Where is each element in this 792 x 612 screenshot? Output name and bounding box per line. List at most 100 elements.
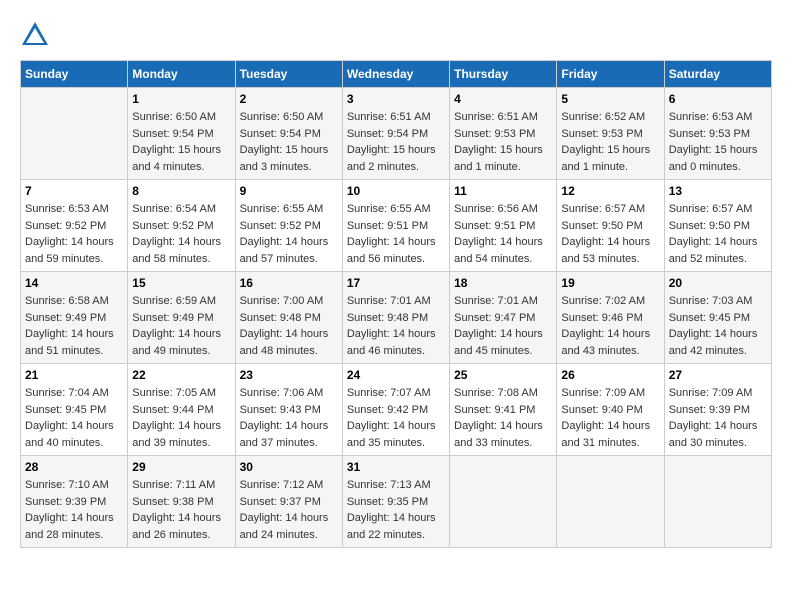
day-info: Sunrise: 7:04 AM Sunset: 9:45 PM Dayligh… [25, 385, 123, 451]
calendar-body: 1 Sunrise: 6:50 AM Sunset: 9:54 PM Daylig… [21, 88, 772, 548]
day-info: Sunrise: 7:03 AM Sunset: 9:45 PM Dayligh… [669, 293, 767, 359]
day-number: 18 [454, 276, 552, 290]
calendar-cell: 4 Sunrise: 6:51 AM Sunset: 9:53 PM Daylig… [450, 88, 557, 180]
day-info: Sunrise: 6:56 AM Sunset: 9:51 PM Dayligh… [454, 201, 552, 267]
calendar-week-row: 14 Sunrise: 6:58 AM Sunset: 9:49 PM Dayli… [21, 272, 772, 364]
day-number: 8 [132, 184, 230, 198]
day-info: Sunrise: 6:53 AM Sunset: 9:52 PM Dayligh… [25, 201, 123, 267]
calendar-cell: 31 Sunrise: 7:13 AM Sunset: 9:35 PM Dayli… [342, 456, 449, 548]
day-info: Sunrise: 6:51 AM Sunset: 9:53 PM Dayligh… [454, 109, 552, 175]
day-number: 27 [669, 368, 767, 382]
weekday-header-sunday: Sunday [21, 61, 128, 88]
weekday-header-monday: Monday [128, 61, 235, 88]
day-info: Sunrise: 6:57 AM Sunset: 9:50 PM Dayligh… [561, 201, 659, 267]
day-number: 6 [669, 92, 767, 106]
calendar-week-row: 1 Sunrise: 6:50 AM Sunset: 9:54 PM Daylig… [21, 88, 772, 180]
day-number: 24 [347, 368, 445, 382]
calendar-cell: 30Sunrise: 7:12 AM Sunset: 9:37 PM Dayli… [235, 456, 342, 548]
day-number: 5 [561, 92, 659, 106]
calendar-cell: 7 Sunrise: 6:53 AM Sunset: 9:52 PM Daylig… [21, 180, 128, 272]
calendar-cell: 26 Sunrise: 7:09 AM Sunset: 9:40 PM Dayli… [557, 364, 664, 456]
calendar-cell: 25 Sunrise: 7:08 AM Sunset: 9:41 PM Dayli… [450, 364, 557, 456]
day-number: 22 [132, 368, 230, 382]
day-info: Sunrise: 6:53 AM Sunset: 9:53 PM Dayligh… [669, 109, 767, 175]
calendar-cell: 16Sunrise: 7:00 AM Sunset: 9:48 PM Dayli… [235, 272, 342, 364]
day-info: Sunrise: 7:13 AM Sunset: 9:35 PM Dayligh… [347, 477, 445, 543]
day-info: Sunrise: 7:11 AM Sunset: 9:38 PM Dayligh… [132, 477, 230, 543]
day-info: Sunrise: 6:57 AM Sunset: 9:50 PM Dayligh… [669, 201, 767, 267]
day-number: 20 [669, 276, 767, 290]
day-info: Sunrise: 7:09 AM Sunset: 9:40 PM Dayligh… [561, 385, 659, 451]
day-info: Sunrise: 7:09 AM Sunset: 9:39 PM Dayligh… [669, 385, 767, 451]
calendar-cell: 20 Sunrise: 7:03 AM Sunset: 9:45 PM Dayli… [664, 272, 771, 364]
day-number: 11 [454, 184, 552, 198]
calendar-cell: 24 Sunrise: 7:07 AM Sunset: 9:42 PM Dayli… [342, 364, 449, 456]
calendar-cell [450, 456, 557, 548]
calendar-cell: 15 Sunrise: 6:59 AM Sunset: 9:49 PM Dayli… [128, 272, 235, 364]
day-number: 31 [347, 460, 445, 474]
day-number: 4 [454, 92, 552, 106]
day-number: 19 [561, 276, 659, 290]
day-info: Sunrise: 7:07 AM Sunset: 9:42 PM Dayligh… [347, 385, 445, 451]
day-info: Sunrise: 6:52 AM Sunset: 9:53 PM Dayligh… [561, 109, 659, 175]
calendar-cell: 17Sunrise: 7:01 AM Sunset: 9:48 PM Dayli… [342, 272, 449, 364]
calendar-header: SundayMondayTuesdayWednesdayThursdayFrid… [21, 61, 772, 88]
calendar-cell: 14 Sunrise: 6:58 AM Sunset: 9:49 PM Dayli… [21, 272, 128, 364]
day-number: 3 [347, 92, 445, 106]
calendar-cell: 23 Sunrise: 7:06 AM Sunset: 9:43 PM Dayli… [235, 364, 342, 456]
day-info: Sunrise: 7:05 AM Sunset: 9:44 PM Dayligh… [132, 385, 230, 451]
logo [20, 20, 54, 50]
day-info: Sunrise: 6:59 AM Sunset: 9:49 PM Dayligh… [132, 293, 230, 359]
day-info: Sunrise: 7:01 AM Sunset: 9:47 PM Dayligh… [454, 293, 552, 359]
day-number: 10 [347, 184, 445, 198]
calendar-week-row: 28Sunrise: 7:10 AM Sunset: 9:39 PM Dayli… [21, 456, 772, 548]
calendar-cell: 10 Sunrise: 6:55 AM Sunset: 9:51 PM Dayli… [342, 180, 449, 272]
day-number: 23 [240, 368, 338, 382]
calendar-cell: 6 Sunrise: 6:53 AM Sunset: 9:53 PM Daylig… [664, 88, 771, 180]
calendar-cell: 18 Sunrise: 7:01 AM Sunset: 9:47 PM Dayli… [450, 272, 557, 364]
calendar-cell: 22 Sunrise: 7:05 AM Sunset: 9:44 PM Dayli… [128, 364, 235, 456]
calendar-cell: 13 Sunrise: 6:57 AM Sunset: 9:50 PM Dayli… [664, 180, 771, 272]
day-info: Sunrise: 7:08 AM Sunset: 9:41 PM Dayligh… [454, 385, 552, 451]
weekday-header-friday: Friday [557, 61, 664, 88]
day-info: Sunrise: 6:55 AM Sunset: 9:51 PM Dayligh… [347, 201, 445, 267]
day-info: Sunrise: 6:50 AM Sunset: 9:54 PM Dayligh… [240, 109, 338, 175]
day-info: Sunrise: 6:51 AM Sunset: 9:54 PM Dayligh… [347, 109, 445, 175]
day-number: 17 [347, 276, 445, 290]
logo-icon [20, 20, 50, 50]
calendar-cell: 19 Sunrise: 7:02 AM Sunset: 9:46 PM Dayli… [557, 272, 664, 364]
day-info: Sunrise: 6:58 AM Sunset: 9:49 PM Dayligh… [25, 293, 123, 359]
day-number: 7 [25, 184, 123, 198]
day-number: 26 [561, 368, 659, 382]
calendar-cell: 28Sunrise: 7:10 AM Sunset: 9:39 PM Dayli… [21, 456, 128, 548]
day-number: 25 [454, 368, 552, 382]
weekday-header-thursday: Thursday [450, 61, 557, 88]
day-number: 29 [132, 460, 230, 474]
calendar-cell [557, 456, 664, 548]
weekday-header-tuesday: Tuesday [235, 61, 342, 88]
calendar-cell [664, 456, 771, 548]
day-info: Sunrise: 6:54 AM Sunset: 9:52 PM Dayligh… [132, 201, 230, 267]
day-info: Sunrise: 6:50 AM Sunset: 9:54 PM Dayligh… [132, 109, 230, 175]
day-info: Sunrise: 7:02 AM Sunset: 9:46 PM Dayligh… [561, 293, 659, 359]
day-number: 15 [132, 276, 230, 290]
calendar-cell: 5 Sunrise: 6:52 AM Sunset: 9:53 PM Daylig… [557, 88, 664, 180]
day-number: 21 [25, 368, 123, 382]
calendar-table: SundayMondayTuesdayWednesdayThursdayFrid… [20, 60, 772, 548]
calendar-cell: 2Sunrise: 6:50 AM Sunset: 9:54 PM Daylig… [235, 88, 342, 180]
day-info: Sunrise: 7:06 AM Sunset: 9:43 PM Dayligh… [240, 385, 338, 451]
day-info: Sunrise: 7:10 AM Sunset: 9:39 PM Dayligh… [25, 477, 123, 543]
weekday-header-wednesday: Wednesday [342, 61, 449, 88]
calendar-cell: 29 Sunrise: 7:11 AM Sunset: 9:38 PM Dayli… [128, 456, 235, 548]
calendar-cell: 21 Sunrise: 7:04 AM Sunset: 9:45 PM Dayli… [21, 364, 128, 456]
calendar-cell: 1 Sunrise: 6:50 AM Sunset: 9:54 PM Daylig… [128, 88, 235, 180]
calendar-cell: 3 Sunrise: 6:51 AM Sunset: 9:54 PM Daylig… [342, 88, 449, 180]
day-number: 1 [132, 92, 230, 106]
calendar-week-row: 21 Sunrise: 7:04 AM Sunset: 9:45 PM Dayli… [21, 364, 772, 456]
day-number: 13 [669, 184, 767, 198]
calendar-cell: 12Sunrise: 6:57 AM Sunset: 9:50 PM Dayli… [557, 180, 664, 272]
day-info: Sunrise: 7:00 AM Sunset: 9:48 PM Dayligh… [240, 293, 338, 359]
day-number: 14 [25, 276, 123, 290]
day-info: Sunrise: 6:55 AM Sunset: 9:52 PM Dayligh… [240, 201, 338, 267]
day-number: 9 [240, 184, 338, 198]
